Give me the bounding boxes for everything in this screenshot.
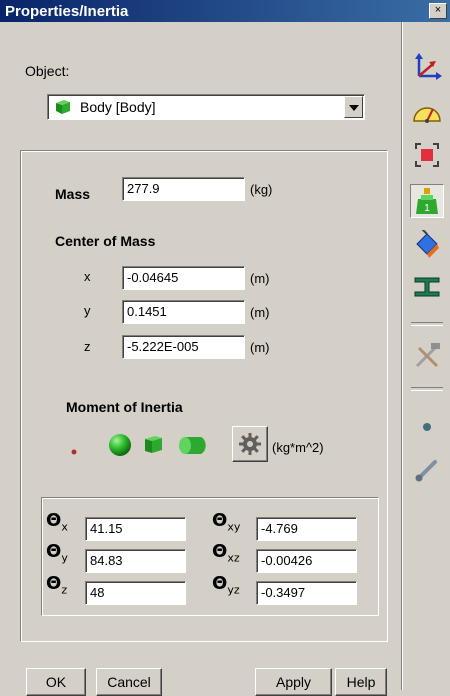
iyz-label: Θyz bbox=[212, 573, 240, 597]
ok-button[interactable]: OK bbox=[26, 668, 86, 696]
com-x-label: x bbox=[84, 269, 91, 284]
com-y-input[interactable]: 0.1451 bbox=[122, 300, 245, 324]
com-z-input[interactable]: -5.222E-005 bbox=[122, 335, 245, 359]
ixy-input[interactable]: -4.769 bbox=[256, 517, 357, 541]
ixx-label: Θx bbox=[46, 510, 68, 534]
properties-panel: Object: Body [Body] Mass 277.9 (kg) Cent… bbox=[0, 22, 402, 696]
sphere-icon[interactable] bbox=[107, 432, 133, 461]
com-y-label: y bbox=[84, 303, 91, 318]
help-button[interactable]: Help bbox=[335, 668, 387, 696]
side-toolbar: 1 bbox=[402, 22, 450, 690]
izz-label: Θz bbox=[46, 573, 68, 597]
sidebar-separator bbox=[411, 387, 443, 391]
sidebar-separator bbox=[411, 322, 443, 326]
mass-label: Mass bbox=[55, 186, 91, 202]
axes-icon[interactable] bbox=[411, 52, 443, 82]
title-bar: Properties/Inertia × bbox=[0, 0, 450, 22]
moment-heading: Moment of Inertia bbox=[66, 399, 183, 415]
iyz-input[interactable]: -0.3497 bbox=[256, 581, 357, 605]
gear-button[interactable] bbox=[232, 426, 268, 462]
com-z-label: z bbox=[84, 339, 91, 354]
body-cube-icon bbox=[54, 99, 72, 118]
izz-input[interactable]: 48 bbox=[85, 581, 186, 605]
i-beam-icon[interactable] bbox=[411, 272, 443, 302]
close-button[interactable]: × bbox=[429, 3, 447, 19]
mass-input[interactable]: 277.9 bbox=[122, 177, 245, 201]
frame-icon[interactable] bbox=[411, 140, 443, 170]
object-label: Object: bbox=[25, 63, 70, 79]
ixy-label: Θxy bbox=[212, 510, 241, 534]
joint-point-icon[interactable] bbox=[411, 412, 443, 442]
cylinder-icon[interactable] bbox=[177, 432, 211, 461]
com-z-unit: (m) bbox=[250, 340, 270, 355]
object-select-value: Body [Body] bbox=[80, 99, 156, 115]
chevron-down-icon[interactable] bbox=[344, 96, 363, 118]
gauge-icon[interactable] bbox=[411, 97, 443, 127]
mass-unit: (kg) bbox=[250, 182, 273, 197]
tools-icon[interactable] bbox=[411, 340, 443, 370]
moment-unit: (kg*m^2) bbox=[272, 440, 324, 455]
center-of-mass-heading: Center of Mass bbox=[55, 233, 156, 249]
com-x-unit: (m) bbox=[250, 271, 270, 286]
com-y-unit: (m) bbox=[250, 305, 270, 320]
inertia-weight-icon[interactable]: 1 bbox=[410, 184, 444, 218]
ixx-input[interactable]: 41.15 bbox=[85, 517, 186, 541]
iyy-input[interactable]: 84.83 bbox=[85, 549, 186, 573]
apply-button[interactable]: Apply bbox=[255, 668, 332, 696]
svg-text:1: 1 bbox=[424, 203, 430, 214]
object-select[interactable]: Body [Body] bbox=[47, 94, 365, 120]
box-icon[interactable] bbox=[142, 434, 166, 459]
com-x-input[interactable]: -0.04645 bbox=[122, 266, 245, 290]
paint-bucket-icon[interactable] bbox=[411, 228, 443, 260]
gear-icon bbox=[238, 432, 262, 464]
point-mass-icon[interactable] bbox=[70, 443, 78, 459]
window-title: Properties/Inertia bbox=[5, 3, 129, 20]
link-icon[interactable] bbox=[411, 454, 443, 484]
cancel-button[interactable]: Cancel bbox=[96, 668, 162, 696]
iyy-label: Θy bbox=[46, 541, 68, 565]
ixz-input[interactable]: -0.00426 bbox=[256, 549, 357, 573]
ixz-label: Θxz bbox=[212, 541, 240, 565]
